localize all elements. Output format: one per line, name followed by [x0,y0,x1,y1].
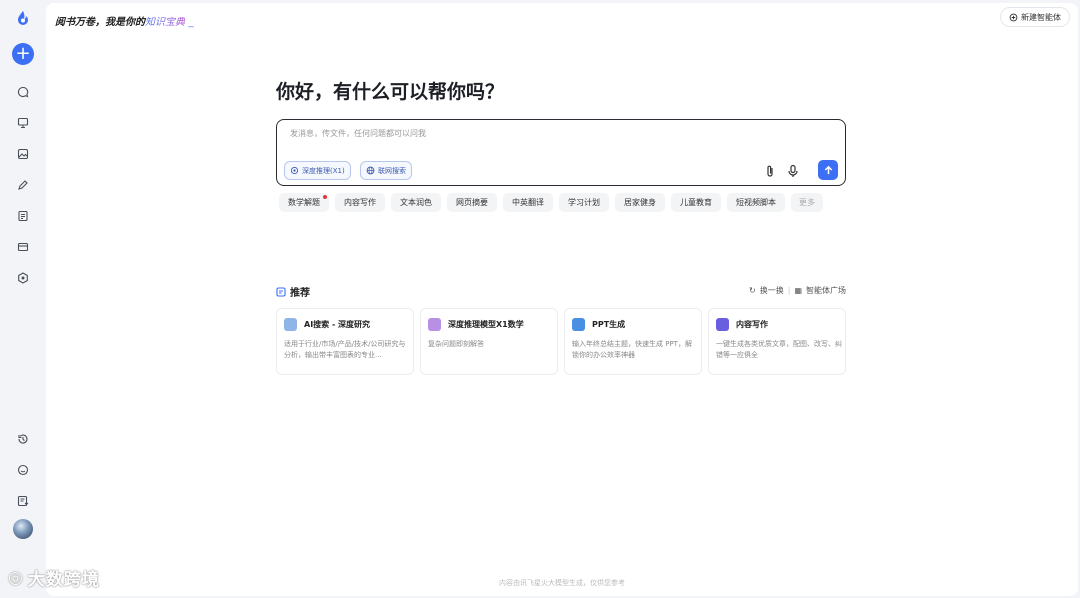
new-agent-icon [1009,13,1018,21]
new-badge-dot [323,195,327,199]
watermark: ◎ 大数跨境 [8,565,100,591]
smile-icon[interactable] [14,461,32,479]
chip-label: 更多 [799,198,815,207]
refresh-icon: ↻ [749,286,756,295]
send-button[interactable] [818,160,838,180]
paperclip-icon[interactable] [763,164,777,178]
notes-icon[interactable] [14,492,32,510]
card-title: 深度推理模型X1数学 [448,320,524,329]
globe-icon [366,166,375,175]
writing-app-icon [716,318,729,331]
slogan-cursor: _ [188,17,194,28]
recommend-title: 推荐 [276,284,310,299]
chip-study-plan[interactable]: 学习计划 [559,193,609,212]
chip-label: 数学解题 [288,198,320,207]
recommend-title-text: 推荐 [290,288,310,299]
wallet-icon[interactable] [14,238,32,256]
brain-icon [290,166,299,175]
deep-reasoning-toggle[interactable]: 深度推理(X1) [284,161,351,180]
ppt-app-icon [572,318,585,331]
arrow-up-icon [824,165,832,174]
math-app-icon [428,318,441,331]
chat-input[interactable] [290,129,810,138]
disclaimer-text: 内容由讯飞星火大模型生成，仅供您参考 [499,579,625,587]
sidebar: + [0,0,46,598]
spark-logo-icon[interactable] [14,9,32,27]
chip-label: 短视频脚本 [736,198,776,207]
new-chat-button[interactable]: + [12,43,34,65]
card-desc: 输入年终总结主题，快速生成 PPT，解锁你的办公效率神器 [572,340,692,359]
chip-label: 中英翻译 [512,198,544,207]
recommend-card-x1-math[interactable]: 深度推理模型X1数学 复杂问题即刻解答 [420,308,558,375]
recommend-card-writing[interactable]: 内容写作 一键生成各类优质文章，配图、改写、纠错等一应俱全 [708,308,846,375]
card-desc: 复杂问题即刻解答 [428,340,484,348]
greeting-title: 你好，有什么可以帮你吗？ [276,81,505,103]
chip-child-education[interactable]: 儿童教育 [671,193,721,212]
chat-bubble-icon[interactable] [14,83,32,101]
chip-fitness[interactable]: 居家健身 [615,193,665,212]
card-desc: 适用于行业/市场/产品/技术/公司研究与分析，输出带丰富图表的专业... [284,340,406,359]
chip-label: 网页摘要 [456,198,488,207]
search-app-icon [284,318,297,331]
recommend-header: 推荐 ↻ 换一换 | ▦ 智能体广场 [276,284,846,299]
chip-video-script[interactable]: 短视频脚本 [727,193,785,212]
card-title: 内容写作 [736,320,768,329]
agent-plaza-link[interactable]: 智能体广场 [806,285,846,296]
new-agent-button[interactable]: 新建智能体 [1000,7,1070,27]
microphone-icon[interactable] [786,164,800,178]
chip-label: 内容写作 [344,198,376,207]
slogan-prefix: 阅书万卷，我是你的 [55,17,145,28]
plus-icon: + [15,43,31,64]
chat-input-box[interactable]: 深度推理(X1) 联网搜索 [276,119,846,186]
new-agent-label: 新建智能体 [1021,12,1061,22]
card-desc: 一键生成各类优质文章，配图、改写、纠错等一应俱全 [716,340,842,359]
recommend-cards: AI搜索 - 深度研究 适用于行业/市场/产品/技术/公司研究与分析，输出带丰富… [276,308,846,375]
main-panel: 阅书万卷，我是你的知识宝典 _ 新建智能体 你好，有什么可以帮你吗？ 深度推理(… [46,3,1078,596]
card-title: AI搜索 - 深度研究 [304,320,371,329]
chip-polish[interactable]: 文本润色 [391,193,441,212]
presentation-icon[interactable] [14,114,32,132]
chip-label: 文本润色 [400,198,432,207]
watermark-logo-icon: ◎ [8,567,24,588]
chip-summary[interactable]: 网页摘要 [447,193,497,212]
quick-prompt-chips: 数学解题 内容写作 文本润色 网页摘要 中英翻译 学习计划 居家健身 儿童教育 … [279,193,823,212]
web-search-toggle[interactable]: 联网搜索 [360,161,412,180]
image-icon[interactable] [14,145,32,163]
chip-writing[interactable]: 内容写作 [335,193,385,212]
deep-reasoning-label: 深度推理(X1) [302,166,345,175]
recommend-icon [276,286,286,297]
slogan: 阅书万卷，我是你的知识宝典 _ [55,13,193,28]
history-icon[interactable] [14,430,32,448]
hexagon-icon[interactable] [14,269,32,287]
chip-label: 儿童教育 [680,198,712,207]
recommend-card-ai-search[interactable]: AI搜索 - 深度研究 适用于行业/市场/产品/技术/公司研究与分析，输出带丰富… [276,308,414,375]
document-icon[interactable] [14,207,32,225]
web-search-label: 联网搜索 [378,166,406,175]
chip-translate[interactable]: 中英翻译 [503,193,553,212]
recommend-links: ↻ 换一换 | ▦ 智能体广场 [749,285,846,296]
refresh-link[interactable]: 换一换 [760,285,784,296]
pen-icon[interactable] [14,176,32,194]
divider: | [787,286,791,295]
slogan-accent: 知识宝典 [145,17,185,28]
grid-icon: ▦ [794,286,802,295]
chip-label: 学习计划 [568,198,600,207]
card-title: PPT生成 [592,320,626,329]
chip-more[interactable]: 更多 [791,193,823,212]
recommend-card-ppt[interactable]: PPT生成 输入年终总结主题，快速生成 PPT，解锁你的办公效率神器 [564,308,702,375]
chip-math[interactable]: 数学解题 [279,193,329,212]
watermark-text: 大数跨境 [27,570,100,590]
user-avatar[interactable] [13,519,33,539]
chip-label: 居家健身 [624,198,656,207]
